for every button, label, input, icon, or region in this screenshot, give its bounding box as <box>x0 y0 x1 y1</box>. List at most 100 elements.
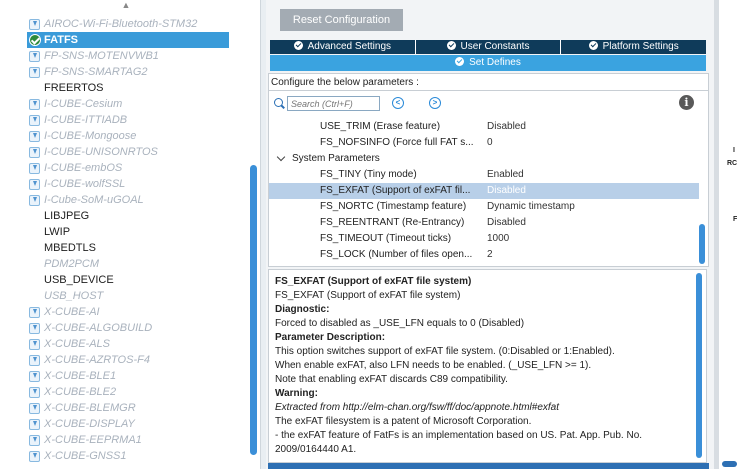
component-item[interactable]: X-CUBE-BLE2 <box>0 384 248 400</box>
search-icon[interactable] <box>274 98 283 107</box>
component-item[interactable]: FATFS <box>27 32 229 48</box>
component-item[interactable]: I-CUBE-embOS <box>0 160 248 176</box>
component-item[interactable]: I-Cube-SoM-uGOAL <box>0 192 248 208</box>
component-label: I-CUBE-wolfSSL <box>44 178 126 190</box>
parameter-value[interactable]: Dynamic timestamp <box>487 199 575 215</box>
parameter-name: FS_EXFAT (Support of exFAT fil... <box>320 185 471 196</box>
component-item[interactable]: X-CUBE-BLEMGR <box>0 400 248 416</box>
component-item[interactable]: X-CUBE-ALS <box>0 336 248 352</box>
parameter-value[interactable]: 2 <box>487 247 493 263</box>
component-item[interactable]: LWIP <box>0 224 248 240</box>
component-item[interactable]: I-CUBE-Mongoose <box>0 128 248 144</box>
parameter-value[interactable]: Disabled <box>487 119 526 135</box>
pack-icon <box>29 451 40 462</box>
parameter-row[interactable]: FS_TIMEOUT (Timeout ticks) 1000 <box>269 231 699 247</box>
previous-match-icon[interactable]: < <box>392 97 404 109</box>
component-item[interactable]: AIROC-Wi-Fi-Bluetooth-STM32 <box>0 16 248 32</box>
description-line: This option switches support of exFAT fi… <box>275 346 615 357</box>
parameter-row[interactable]: FS_NORTC (Timestamp feature) Dynamic time… <box>269 199 699 215</box>
parameter-name: FS_LOCK (Number of files open... <box>320 249 473 260</box>
parameter-value[interactable]: 1000 <box>487 231 509 247</box>
component-item[interactable]: I-CUBE-ITTIADB <box>0 112 248 128</box>
parameter-value[interactable]: Disabled <box>487 183 526 199</box>
pack-icon <box>29 323 40 334</box>
tab-platform-settings[interactable]: Platform Settings <box>561 40 707 54</box>
component-item[interactable]: X-CUBE-AI <box>0 304 248 320</box>
parameter-row[interactable]: FS_LOCK (Number of files open... 2 <box>269 247 699 263</box>
component-label: X-CUBE-BLEMGR <box>44 402 136 414</box>
reset-configuration-button[interactable]: Reset Configuration <box>280 9 403 31</box>
parameter-row[interactable]: FS_NOFSINFO (Force full FAT s... 0 <box>269 135 699 151</box>
scroll-up-icon[interactable]: ▲ <box>120 1 132 14</box>
component-label: LWIP <box>44 226 71 238</box>
horizontal-scrollbar[interactable] <box>722 461 737 467</box>
clipped-label: RC <box>727 160 737 167</box>
description-line: Diagnostic: <box>275 304 330 315</box>
component-label: FP-SNS-SMARTAG2 <box>44 66 148 78</box>
parameter-value[interactable]: Disabled <box>487 215 526 231</box>
component-label: X-CUBE-BLE1 <box>44 370 117 382</box>
parameter-name: FS_REENTRANT (Re-Entrancy) <box>320 217 465 228</box>
description-line: - the exFAT feature of FatFs is an imple… <box>275 430 643 441</box>
parameter-value[interactable]: Enabled <box>487 167 524 183</box>
pack-icon <box>29 195 40 206</box>
check-circle-icon <box>588 41 598 50</box>
search-box[interactable] <box>287 96 380 111</box>
parameter-row[interactable]: FS_REENTRANT (Re-Entrancy) Disabled <box>269 215 699 231</box>
component-label: FATFS <box>44 34 79 46</box>
component-item[interactable]: FREERTOS <box>0 80 248 96</box>
component-item[interactable]: X-CUBE-BLE1 <box>0 368 248 384</box>
component-item[interactable]: PDM2PCM <box>0 256 248 272</box>
component-item[interactable]: I-CUBE-wolfSSL <box>0 176 248 192</box>
configuration-panel: Reset Configuration Advanced Settings Us… <box>266 0 714 469</box>
tab-set-defines[interactable]: Set Defines <box>270 55 706 71</box>
pack-icon <box>29 67 40 78</box>
component-list-panel: ▲ AIROC-Wi-Fi-Bluetooth-STM32 FATFS FP-SNS… <box>0 0 261 469</box>
description-panel: FS_EXFAT (Support of exFAT file system) F… <box>268 269 707 463</box>
component-item[interactable]: X-CUBE-ALGOBUILD <box>0 320 248 336</box>
info-icon[interactable]: i <box>679 95 694 110</box>
component-item[interactable]: USB_HOST <box>0 288 248 304</box>
description-line: When enable exFAT, also LFN needs to be … <box>275 360 592 371</box>
tab-user-constants[interactable]: User Constants <box>415 40 562 54</box>
component-label: LIBJPEG <box>44 210 90 222</box>
component-item[interactable]: LIBJPEG <box>0 208 248 224</box>
parameter-name: FS_TIMEOUT (Timeout ticks) <box>320 233 452 244</box>
component-item[interactable]: FP-SNS-SMARTAG2 <box>0 64 248 80</box>
left-scrollbar[interactable] <box>250 165 257 455</box>
parameter-row[interactable]: FS_TINY (Tiny mode) Enabled <box>269 167 699 183</box>
chevron-down-icon[interactable] <box>276 152 286 162</box>
parameter-group[interactable]: System Parameters <box>269 151 699 167</box>
search-input[interactable] <box>288 97 379 110</box>
component-item[interactable]: I-CUBE-Cesium <box>0 96 248 112</box>
parameter-list: USE_TRIM (Erase feature) Disabled FS_NOFSI… <box>269 119 699 263</box>
horizontal-scrollbar[interactable] <box>268 463 709 469</box>
pack-icon <box>29 131 40 142</box>
pack-icon <box>29 371 40 382</box>
description-line: Warning: <box>275 388 318 399</box>
parameter-row[interactable]: FS_EXFAT (Support of exFAT fil... Disable… <box>269 183 699 199</box>
component-item[interactable]: X-CUBE-GNSS1 <box>0 448 248 464</box>
component-item[interactable]: USB_DEVICE <box>0 272 248 288</box>
component-item[interactable]: FP-SNS-MOTENVWB1 <box>0 48 248 64</box>
component-item[interactable]: I-CUBE-UNISONRTOS <box>0 144 248 160</box>
description-line: 2009/0164440 A1. <box>275 444 357 455</box>
pack-icon <box>29 179 40 190</box>
parameter-value[interactable]: 0 <box>487 135 493 151</box>
next-match-icon[interactable]: > <box>429 97 441 109</box>
pack-icon <box>29 147 40 158</box>
tab-advanced-settings[interactable]: Advanced Settings <box>270 40 416 54</box>
component-item[interactable]: X-CUBE-EEPRMA1 <box>0 432 248 448</box>
description-scrollbar[interactable] <box>696 273 702 458</box>
description-line: Extracted from http://elm-chan.org/fsw/f… <box>275 402 560 413</box>
component-item[interactable]: MBEDTLS <box>0 240 248 256</box>
component-label: X-CUBE-BLE2 <box>44 386 117 398</box>
component-label: X-CUBE-ALS <box>44 338 111 350</box>
component-item[interactable]: X-CUBE-DISPLAY <box>0 416 248 432</box>
component-item[interactable]: X-CUBE-AZRTOS-F4 <box>0 352 248 368</box>
parameter-row[interactable]: USE_TRIM (Erase feature) Disabled <box>269 119 699 135</box>
component-label: I-Cube-SoM-uGOAL <box>44 194 144 206</box>
parameters-scrollbar[interactable] <box>699 224 705 264</box>
pack-icon <box>29 355 40 366</box>
check-circle-icon <box>29 34 41 46</box>
